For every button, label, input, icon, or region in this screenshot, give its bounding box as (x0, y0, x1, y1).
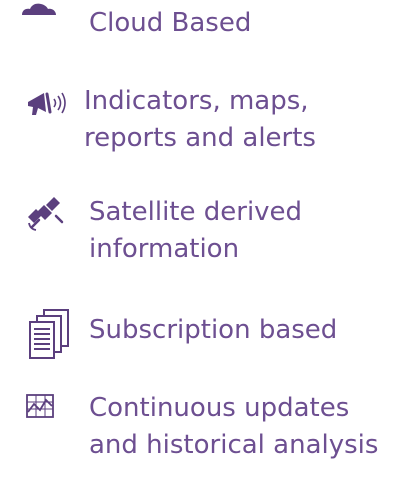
feature-label: Satellite derived information (89, 197, 303, 264)
satellite-icon (26, 195, 64, 233)
chart-icon (26, 394, 54, 418)
cloud-icon (21, 3, 57, 15)
feature-label: Cloud Based (89, 8, 252, 38)
feature-label: Indicators, maps, reports and alerts (84, 86, 316, 153)
document-stack-icon (28, 309, 70, 359)
feature-list: Cloud Based Indicators, maps, reports an… (0, 0, 406, 477)
feature-label: Subscription based (89, 315, 338, 345)
megaphone-icon (26, 90, 70, 118)
feature-label: Continuous updates and historical analys… (89, 393, 379, 460)
